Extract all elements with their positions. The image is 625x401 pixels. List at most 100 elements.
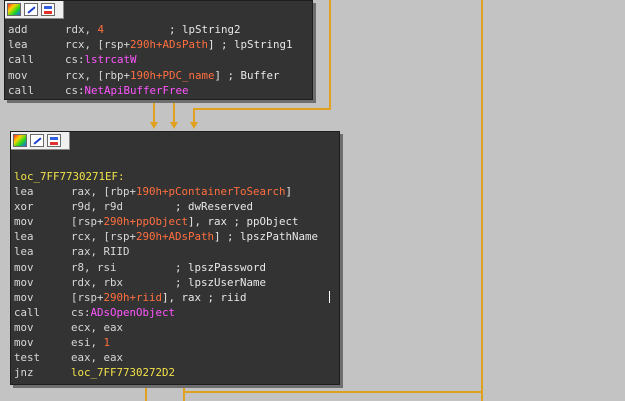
graph-overview-icon[interactable]	[47, 134, 61, 147]
stack-offset: 290h	[136, 230, 163, 244]
mnemonic: mov	[14, 275, 34, 289]
operand-tail: ] ; lpszPathName	[214, 230, 319, 244]
code-line[interactable]: mov rdx, rbx ; lpszUserName	[14, 275, 266, 290]
mnemonic: mov	[14, 336, 34, 349]
import-symbol: lstrcatW	[84, 53, 137, 67]
edge-top-horizontal	[194, 108, 331, 110]
code-line[interactable]: lea rax, [rbp+190h+pContainerToSearch]	[14, 184, 292, 199]
mnemonic: lea	[14, 245, 34, 259]
operand: cs:	[71, 305, 91, 319]
mnemonic: test	[14, 351, 41, 365]
operand: [rsp+	[71, 215, 104, 229]
operand: rdx, rbx	[71, 275, 124, 289]
code-label[interactable]: loc_7FF7730271EF:	[14, 169, 125, 184]
code-line[interactable]: mov [rsp+290h+riid], rax ; riid	[14, 290, 247, 305]
edge-top-right-vertical	[329, 0, 331, 110]
mnemonic: mov	[14, 260, 34, 274]
stack-variable: +ADsPath	[162, 230, 215, 244]
mnemonic: call	[14, 305, 41, 319]
operand: rax, [rbp+	[71, 185, 137, 198]
operand: rdx,	[65, 23, 98, 36]
stack-variable: +riid	[129, 290, 163, 304]
mnemonic: lea	[8, 38, 28, 52]
node-toolbar	[5, 1, 64, 19]
code-line[interactable]: mov ecx, eax	[14, 320, 123, 335]
stack-variable: +PDC_name	[156, 68, 215, 82]
operand: rcx, [rsp+	[65, 38, 131, 52]
operand: cs:	[65, 83, 85, 97]
operand-tail: ], rax ; ppObject	[188, 215, 299, 229]
stack-offset: 290h	[130, 38, 157, 52]
operand-tail: ], rax ; riid	[162, 290, 247, 304]
rename-icon[interactable]	[24, 3, 38, 16]
mnemonic: mov	[14, 215, 34, 229]
operand: r8, rsi	[71, 260, 117, 274]
operand: r9d, r9d	[71, 200, 124, 214]
mnemonic: mov	[8, 68, 28, 82]
operand: [rsp+	[71, 290, 104, 304]
code-line[interactable]: call cs:lstrcatW	[8, 52, 137, 67]
edge-right-vertical	[193, 108, 195, 122]
comment: ; lpString2	[104, 23, 241, 36]
stack-variable: +ppObject	[129, 215, 189, 229]
code-line[interactable]: mov rcx, [rbp+190h+PDC_name] ; Buffer	[8, 68, 280, 83]
edge-bottom-left	[145, 384, 147, 401]
edge-arrow-2	[170, 122, 178, 129]
operand-tail: ] ; Buffer	[214, 68, 280, 82]
code-line[interactable]: call cs:ADsOpenObject	[14, 305, 175, 320]
mnemonic: call	[8, 53, 35, 67]
code-line[interactable]: add rdx, 4 ; lpString2	[8, 22, 241, 37]
code-line[interactable]: xor r9d, r9d ; dwReserved	[14, 199, 253, 214]
rename-icon[interactable]	[30, 134, 44, 147]
operand: cs:	[65, 53, 85, 67]
stack-offset: 190h	[130, 68, 157, 82]
code-line[interactable]: mov esi, 1	[14, 335, 110, 350]
mnemonic: lea	[14, 185, 34, 198]
stack-offset: 290h	[103, 215, 130, 229]
code-line[interactable]: lea rax, RIID	[14, 244, 130, 259]
text-cursor	[329, 291, 330, 303]
code-block-main[interactable]: loc_7FF7730271EF: lea rax, [rbp+190h+pCon…	[10, 131, 340, 385]
operand: ecx, eax	[71, 320, 124, 334]
import-symbol: NetApiBufferFree	[84, 83, 189, 97]
code-line[interactable]: test eax, eax	[14, 350, 123, 365]
code-block-top[interactable]: add rdx, 4 ; lpString2 lea rcx, [rsp+290h+A…	[4, 0, 313, 100]
stack-variable: +pContainerToSearch	[162, 185, 286, 198]
immediate-value: 1	[103, 336, 111, 349]
edge-mid-vertical	[173, 98, 175, 122]
operand: rax, RIID	[71, 245, 130, 259]
mnemonic: mov	[14, 320, 34, 334]
code-line[interactable]: call cs:NetApiBufferFree	[8, 83, 189, 98]
color-picker-icon[interactable]	[13, 134, 27, 147]
operand: rcx, [rsp+	[71, 230, 137, 244]
code-line[interactable]: lea rcx, [rsp+290h+ADsPath] ; lpString1	[8, 37, 293, 52]
operand: rcx, [rbp+	[65, 68, 131, 82]
mnemonic: jnz	[14, 366, 34, 380]
code-line[interactable]: lea rcx, [rsp+290h+ADsPath] ; lpszPathNam…	[14, 229, 318, 244]
branch-target: loc_7FF7730272D2	[71, 366, 176, 380]
stack-variable: +ADsPath	[156, 38, 209, 52]
mnemonic: call	[8, 83, 35, 97]
operand-tail: ; lpszPassword	[116, 260, 267, 274]
edge-arrow-3	[190, 122, 198, 129]
operand-tail: ; lpszUserName	[123, 275, 267, 289]
edge-left-vertical	[153, 98, 155, 122]
code-line[interactable]: mov [rsp+290h+ppObject], rax ; ppObject	[14, 214, 299, 229]
mnemonic: lea	[14, 230, 34, 244]
mnemonic: xor	[14, 200, 34, 214]
operand: esi,	[71, 336, 104, 349]
edge-far-right-vertical	[481, 0, 483, 401]
edge-bottom-horizontal	[183, 391, 483, 393]
edge-arrow-1	[150, 122, 158, 129]
import-symbol: ADsOpenObject	[90, 305, 176, 319]
node-toolbar	[11, 132, 70, 150]
mnemonic: add	[8, 23, 28, 36]
operand: eax, eax	[71, 351, 124, 365]
code-line[interactable]: jnz loc_7FF7730272D2	[14, 365, 175, 380]
code-line[interactable]: mov r8, rsi ; lpszPassword	[14, 260, 266, 275]
operand-tail: ]	[285, 185, 293, 198]
operand-tail: ] ; lpString1	[208, 38, 293, 52]
graph-overview-icon[interactable]	[41, 3, 55, 16]
operand-tail: ; dwReserved	[123, 200, 254, 214]
color-picker-icon[interactable]	[7, 3, 21, 16]
